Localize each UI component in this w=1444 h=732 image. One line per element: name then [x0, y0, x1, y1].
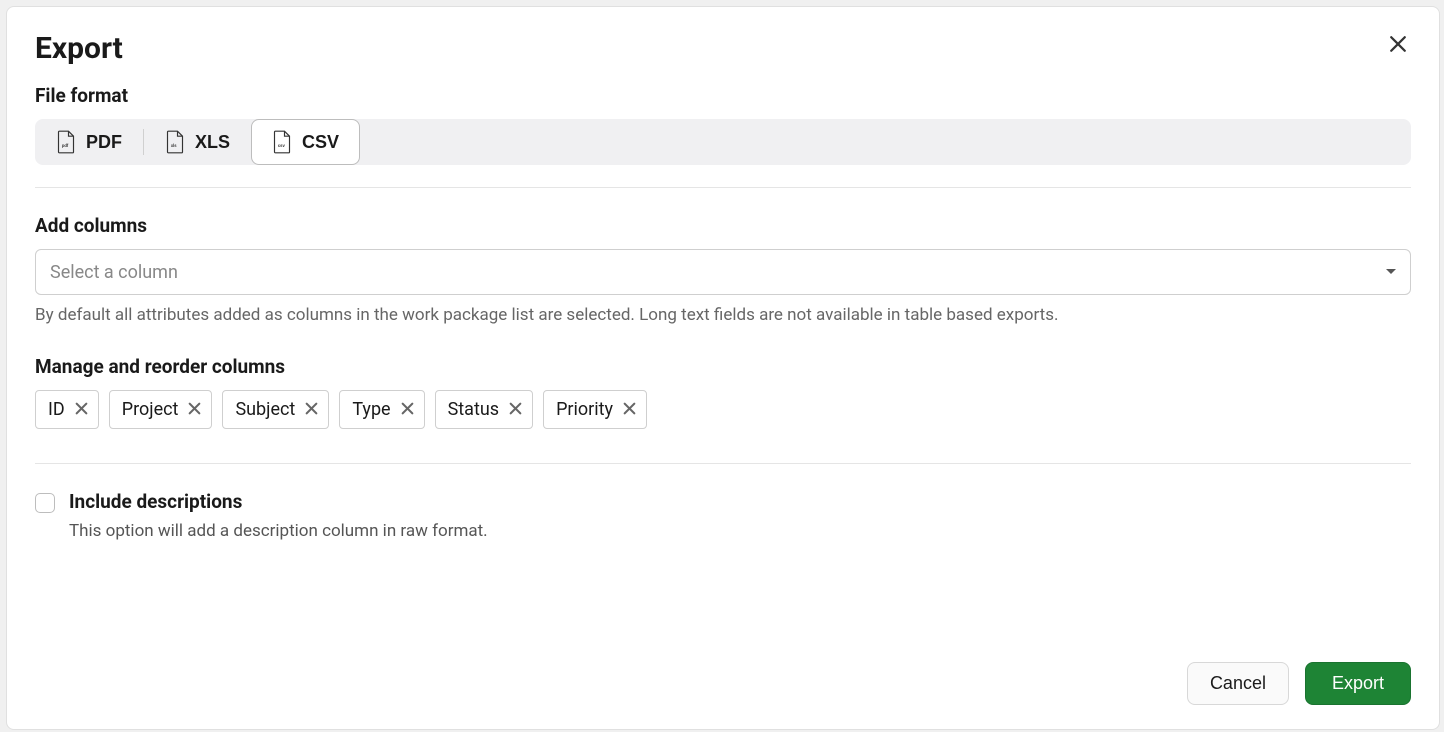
svg-text:csv: csv	[278, 143, 286, 148]
add-columns-select[interactable]: Select a column	[35, 249, 1411, 295]
cancel-button[interactable]: Cancel	[1187, 662, 1289, 705]
close-icon	[305, 402, 318, 418]
column-chip[interactable]: ID	[35, 390, 99, 429]
file-pdf-icon: pdf	[56, 130, 76, 154]
add-columns-placeholder: Select a column	[50, 262, 178, 283]
add-columns-select-wrap: Select a column	[35, 249, 1411, 295]
column-chip-label: Project	[122, 399, 179, 420]
include-descriptions-label[interactable]: Include descriptions	[69, 490, 488, 513]
close-icon	[1389, 36, 1407, 58]
column-chip[interactable]: Priority	[543, 390, 647, 429]
include-descriptions-desc: This option will add a description colum…	[69, 521, 488, 541]
manage-columns-label: Manage and reorder columns	[35, 355, 1411, 378]
modal-footer: Cancel Export	[35, 642, 1411, 705]
column-chip-label: ID	[48, 399, 65, 420]
file-csv-icon: csv	[272, 130, 292, 154]
remove-column-button[interactable]	[188, 402, 201, 418]
divider	[35, 463, 1411, 464]
column-chip[interactable]: Status	[435, 390, 533, 429]
format-option-pdf[interactable]: pdf PDF	[35, 119, 143, 165]
export-modal: Export File format pdf PDF xls XLS csv CSV Ad…	[6, 6, 1440, 730]
format-option-xls[interactable]: xls XLS	[144, 119, 251, 165]
column-chip-label: Priority	[556, 399, 613, 420]
remove-column-button[interactable]	[509, 402, 522, 418]
close-icon	[188, 402, 201, 418]
svg-text:pdf: pdf	[62, 143, 69, 148]
remove-column-button[interactable]	[401, 402, 414, 418]
column-chip[interactable]: Type	[339, 390, 424, 429]
include-descriptions-row: Include descriptions This option will ad…	[35, 490, 1411, 541]
file-format-toggle: pdf PDF xls XLS csv CSV	[35, 119, 1411, 165]
format-option-csv[interactable]: csv CSV	[251, 119, 360, 165]
add-columns-helper: By default all attributes added as colum…	[35, 305, 1411, 325]
file-format-label: File format	[35, 84, 1411, 107]
svg-text:xls: xls	[171, 143, 177, 148]
format-option-label: XLS	[195, 132, 230, 153]
modal-header: Export	[35, 31, 1411, 84]
remove-column-button[interactable]	[75, 402, 88, 418]
close-icon	[509, 402, 522, 418]
column-chip[interactable]: Subject	[222, 390, 329, 429]
close-icon	[401, 402, 414, 418]
remove-column-button[interactable]	[623, 402, 636, 418]
column-chip-label: Subject	[235, 399, 295, 420]
file-xls-icon: xls	[165, 130, 185, 154]
modal-title: Export	[35, 31, 123, 66]
close-button[interactable]	[1385, 31, 1411, 61]
export-button[interactable]: Export	[1305, 662, 1411, 705]
column-chip-label: Type	[352, 399, 390, 420]
close-icon	[623, 402, 636, 418]
divider	[35, 187, 1411, 188]
column-chip[interactable]: Project	[109, 390, 213, 429]
format-option-label: CSV	[302, 132, 339, 153]
close-icon	[75, 402, 88, 418]
column-chips: ID Project Subject Type Status Priority	[35, 390, 1411, 429]
format-option-label: PDF	[86, 132, 122, 153]
remove-column-button[interactable]	[305, 402, 318, 418]
include-descriptions-checkbox[interactable]	[35, 493, 55, 513]
column-chip-label: Status	[448, 399, 499, 420]
add-columns-label: Add columns	[35, 214, 1411, 237]
